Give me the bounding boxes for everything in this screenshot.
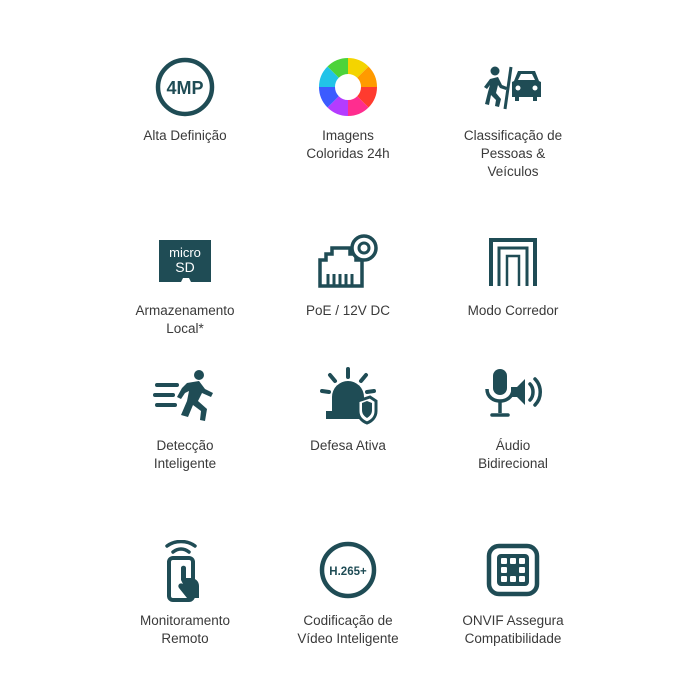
feature-label: Detecção Inteligente — [153, 438, 217, 471]
feature-label: PoE / 12V DC — [305, 303, 391, 318]
feature-label: Armazenamento Local* — [135, 303, 235, 336]
corridor-icon — [489, 238, 537, 286]
feature-remote-monitoring: Monitoramento Remoto — [100, 540, 270, 648]
ethernet-port-icon — [318, 234, 378, 288]
phone-signal-icon — [165, 540, 199, 602]
feature-active-defense: Defesa Ativa — [263, 365, 433, 455]
microphone-speaker-icon — [485, 369, 542, 417]
feature-label: Imagens Coloridas 24h — [306, 128, 390, 161]
microsd-icon: micro SD — [159, 240, 211, 282]
feature-color-24h: Imagens Coloridas 24h — [263, 55, 433, 163]
feature-two-way-audio: Áudio Bidirecional — [428, 365, 598, 473]
onvif-chip-icon — [486, 543, 540, 597]
feature-label: Codificação de Vídeo Inteligente — [297, 613, 399, 646]
feature-label: Defesa Ativa — [310, 438, 386, 453]
microsd-icon-text-sd: SD — [175, 259, 194, 275]
feature-high-definition: 4MP Alta Definição — [100, 55, 270, 145]
feature-smart-detection: Detecção Inteligente — [100, 365, 270, 473]
feature-label: Áudio Bidirecional — [478, 438, 548, 471]
h265-icon: H.265+ — [319, 541, 377, 599]
feature-label: Monitoramento Remoto — [139, 613, 231, 646]
alarm-siren-icon — [320, 367, 378, 425]
h265-icon-text: H.265+ — [329, 566, 367, 578]
feature-poe-12v: PoE / 12V DC — [263, 230, 433, 320]
microsd-icon-text-micro: micro — [169, 245, 201, 260]
feature-label: Modo Corredor — [467, 303, 559, 318]
feature-label: ONVIF Assegura Compatibilidade — [462, 613, 564, 646]
feature-local-storage: micro SD Armazenamento Local* — [100, 230, 270, 338]
feature-person-vehicle: Classificação de Pessoas & Veículos — [428, 55, 598, 181]
feature-corridor-mode: Modo Corredor — [428, 230, 598, 320]
feature-label: Alta Definição — [143, 128, 227, 143]
4mp-icon-text: 4MP — [166, 78, 203, 98]
feature-smart-video-coding: H.265+ Codificação de Vídeo Inteligente — [263, 540, 433, 648]
feature-label: Classificação de Pessoas & Veículos — [463, 128, 563, 179]
color-wheel-icon — [319, 58, 377, 116]
feature-onvif: ONVIF Assegura Compatibilidade — [428, 540, 598, 648]
4mp-icon: 4MP — [155, 57, 215, 117]
person-vehicle-icon — [484, 66, 541, 110]
running-person-icon — [153, 370, 213, 421]
